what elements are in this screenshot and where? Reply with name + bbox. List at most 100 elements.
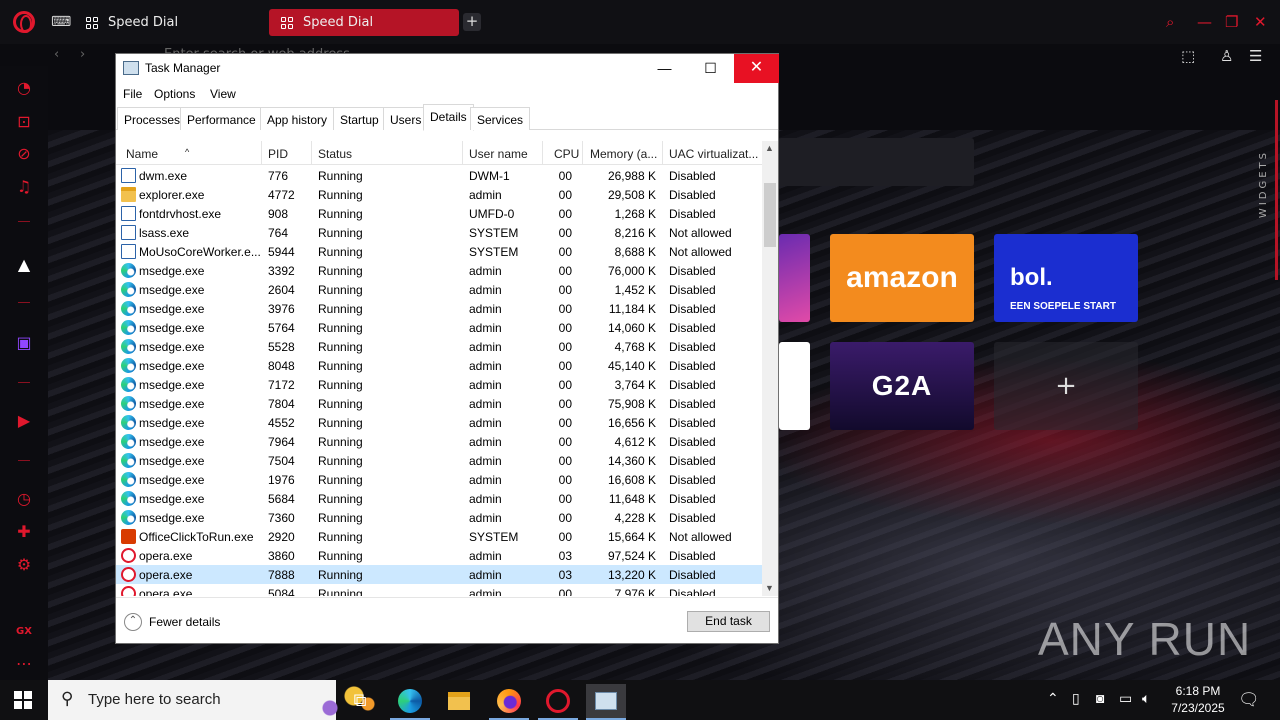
table-row[interactable]: msedge.exe 7172 Running admin 00 3,764 K Disab… bbox=[116, 375, 762, 394]
search-icon[interactable]: ⌕ bbox=[1166, 13, 1174, 31]
speed-dial-tile-game[interactable] bbox=[779, 234, 810, 322]
firefox-icon[interactable] bbox=[489, 684, 529, 720]
network-icon[interactable]: ▭ bbox=[1119, 690, 1132, 707]
puzzle-icon[interactable]: ✚ bbox=[14, 522, 34, 542]
speed-dial-tile-partial[interactable] bbox=[779, 342, 810, 430]
table-row[interactable]: explorer.exe 4772 Running admin 00 29,508 K Di… bbox=[116, 185, 762, 204]
scrollbar-thumb[interactable] bbox=[764, 183, 776, 247]
no-sign-icon[interactable]: ⊘ bbox=[14, 144, 34, 164]
windows-start-icon[interactable] bbox=[14, 691, 32, 709]
task-view-icon[interactable]: ⧉ bbox=[340, 684, 380, 720]
back-icon[interactable]: ‹ bbox=[54, 47, 59, 62]
minimize-icon[interactable]: — bbox=[1197, 13, 1212, 31]
forward-icon[interactable]: › bbox=[80, 47, 85, 62]
table-row[interactable]: msedge.exe 5528 Running admin 00 4,768 K Disab… bbox=[116, 337, 762, 356]
gamepad-icon[interactable]: ⌨ bbox=[51, 14, 71, 30]
volume-icon[interactable]: 🔈︎ bbox=[1142, 690, 1150, 707]
menu-view[interactable]: View bbox=[210, 87, 236, 101]
speed-dial-tile-amazon[interactable]: amazon bbox=[830, 234, 974, 322]
table-row[interactable]: opera.exe 3860 Running admin 03 97,524 K Disab… bbox=[116, 546, 762, 565]
play-icon[interactable]: ▶ bbox=[14, 411, 34, 431]
column-header-cpu[interactable]: CPU bbox=[554, 147, 579, 165]
title-bar[interactable]: Task Manager — ☐ ✕ bbox=[116, 54, 779, 83]
table-row[interactable]: msedge.exe 8048 Running admin 00 45,140 K Disa… bbox=[116, 356, 762, 375]
music-icon[interactable]: ♫ bbox=[14, 177, 34, 197]
column-separator[interactable] bbox=[542, 141, 543, 165]
table-row[interactable]: lsass.exe 764 Running SYSTEM 00 8,216 K Not al… bbox=[116, 223, 762, 242]
speed-dial-add-button[interactable]: + bbox=[994, 342, 1138, 430]
tab-services[interactable]: Services bbox=[470, 107, 531, 130]
more-icon[interactable]: ⋯ bbox=[14, 654, 34, 674]
browser-tab-speed-dial-1[interactable]: Speed Dial bbox=[74, 9, 254, 36]
table-row[interactable]: msedge.exe 2604 Running admin 00 1,452 K Disab… bbox=[116, 280, 762, 299]
tab-details[interactable]: Details bbox=[423, 104, 474, 131]
tab-users[interactable]: Users bbox=[383, 107, 429, 130]
tablet-icon[interactable]: ▯ bbox=[1072, 690, 1080, 707]
table-row[interactable]: msedge.exe 7504 Running admin 00 14,360 K Disa… bbox=[116, 451, 762, 470]
column-separator[interactable] bbox=[662, 141, 663, 165]
easy-setup-icon[interactable]: ☰ bbox=[1249, 47, 1262, 65]
tab-performance[interactable]: Performance bbox=[180, 107, 263, 130]
column-separator[interactable] bbox=[311, 141, 312, 165]
speed-dial-tile-bol[interactable]: bol. EEN SOEPELE START bbox=[994, 234, 1138, 322]
scroll-down-icon[interactable]: ▼ bbox=[765, 583, 774, 593]
taskbar-search-box[interactable]: ⚲ Type here to search bbox=[48, 680, 380, 720]
gx-icon[interactable]: GX bbox=[14, 622, 34, 642]
new-tab-button[interactable]: + bbox=[463, 13, 481, 31]
menu-options[interactable]: Options bbox=[154, 87, 195, 101]
table-row[interactable]: msedge.exe 5764 Running admin 00 14,060 K Disa… bbox=[116, 318, 762, 337]
column-header-name[interactable]: Name bbox=[126, 147, 158, 165]
column-separator[interactable] bbox=[462, 141, 463, 165]
table-row[interactable]: msedge.exe 3976 Running admin 00 11,184 K Disa… bbox=[116, 299, 762, 318]
speed-dial-tile-g2a[interactable]: G2A bbox=[830, 342, 974, 430]
chevron-up-icon[interactable]: ⌃ bbox=[124, 613, 142, 631]
widgets-label[interactable]: WIDGETS bbox=[1258, 150, 1269, 218]
table-row[interactable]: MoUsoCoreWorker.e... 5944 Running SYSTEM 00 8… bbox=[116, 242, 762, 261]
settings-icon[interactable]: ⚙ bbox=[14, 555, 34, 575]
bag-icon[interactable]: ⊡ bbox=[14, 112, 34, 132]
column-header-user-name[interactable]: User name bbox=[469, 147, 528, 165]
table-row[interactable]: dwm.exe 776 Running DWM-1 00 26,988 K Disabled bbox=[116, 166, 762, 185]
table-row[interactable]: fontdrvhost.exe 908 Running UMFD-0 00 1,268 K… bbox=[116, 204, 762, 223]
table-row[interactable]: msedge.exe 4552 Running admin 00 16,656 K Disa… bbox=[116, 413, 762, 432]
speedometer-icon[interactable]: ◔ bbox=[14, 78, 34, 98]
table-row[interactable]: msedge.exe 1976 Running admin 00 16,608 K Disa… bbox=[116, 470, 762, 489]
close-button[interactable]: ✕ bbox=[734, 54, 779, 83]
speed-dial-search-box[interactable] bbox=[778, 138, 974, 186]
fewer-details-link[interactable]: Fewer details bbox=[149, 615, 220, 629]
scroll-up-icon[interactable]: ▲ bbox=[765, 143, 774, 153]
column-separator[interactable] bbox=[261, 141, 262, 165]
maximize-icon[interactable]: ❐ bbox=[1225, 13, 1238, 31]
column-header-memory[interactable]: Memory (a... bbox=[590, 147, 657, 165]
snapshot-icon[interactable]: ⬚ bbox=[1181, 47, 1195, 65]
table-row[interactable]: msedge.exe 7360 Running admin 00 4,228 K Disab… bbox=[116, 508, 762, 527]
close-icon[interactable]: ✕ bbox=[1254, 13, 1267, 31]
table-row[interactable]: msedge.exe 7964 Running admin 00 4,612 K Disab… bbox=[116, 432, 762, 451]
menu-file[interactable]: File bbox=[123, 87, 142, 101]
table-row[interactable]: msedge.exe 5684 Running admin 00 11,648 K Disa… bbox=[116, 489, 762, 508]
vertical-scrollbar[interactable]: ▲ ▼ bbox=[762, 141, 778, 596]
end-task-button[interactable]: End task bbox=[687, 611, 770, 632]
column-header-pid[interactable]: PID bbox=[268, 147, 288, 165]
browser-tab-speed-dial-2[interactable]: Speed Dial bbox=[269, 9, 459, 36]
file-explorer-icon[interactable] bbox=[439, 684, 479, 720]
tab-startup[interactable]: Startup bbox=[333, 107, 386, 130]
task-manager-icon[interactable] bbox=[586, 684, 626, 720]
twitch-icon[interactable]: ▣ bbox=[14, 333, 34, 353]
clock-icon[interactable]: ◷ bbox=[14, 489, 34, 509]
chevron-up-icon[interactable]: ⌃ bbox=[1047, 690, 1059, 707]
opera-icon[interactable] bbox=[538, 684, 578, 720]
arc-icon[interactable]: ▲ bbox=[14, 255, 34, 275]
edge-icon[interactable] bbox=[390, 684, 430, 720]
tab-app-history[interactable]: App history bbox=[260, 107, 335, 130]
table-row[interactable]: OfficeClickToRun.exe 2920 Running SYSTEM 00 1… bbox=[116, 527, 762, 546]
table-row[interactable]: msedge.exe 3392 Running admin 00 76,000 K Disa… bbox=[116, 261, 762, 280]
account-icon[interactable]: ♙ bbox=[1220, 47, 1233, 65]
table-row[interactable]: msedge.exe 7804 Running admin 00 75,908 K Disa… bbox=[116, 394, 762, 413]
meet-icon[interactable]: ◙ bbox=[1096, 690, 1104, 706]
maximize-button[interactable]: ☐ bbox=[688, 54, 733, 83]
notification-icon[interactable]: 🗨︎ bbox=[1238, 690, 1260, 710]
column-header-status[interactable]: Status bbox=[318, 147, 352, 165]
opera-gx-logo-icon[interactable] bbox=[13, 11, 35, 33]
table-row-selected[interactable]: opera.exe 7888 Running admin 03 13,220 K Disab… bbox=[116, 565, 762, 584]
